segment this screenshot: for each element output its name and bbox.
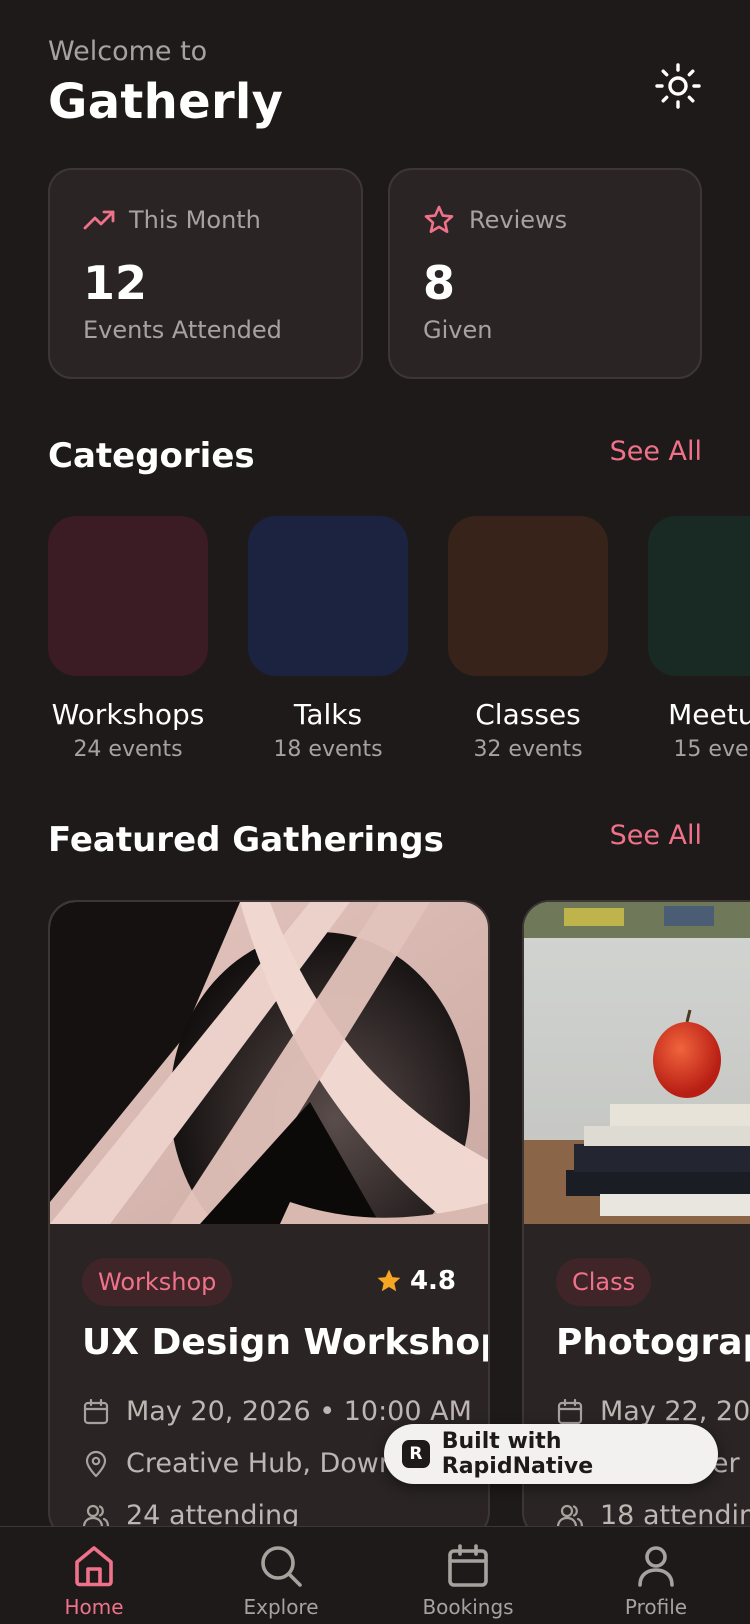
nav-label: Explore (243, 1595, 319, 1619)
profile-icon (638, 1546, 674, 1587)
featured-see-all-link[interactable]: See All (610, 820, 702, 851)
category-count: 32 events (473, 737, 583, 762)
stat-value: 8 (423, 256, 456, 310)
search-icon (261, 1546, 302, 1587)
stat-card-this-month: This Month 12 Events Attended (48, 168, 363, 379)
event-rating: 4.8 (376, 1266, 456, 1296)
category-name: Workshops (51, 698, 205, 731)
stat-card-reviews: Reviews 8 Given (388, 168, 702, 379)
stat-label: Reviews (469, 206, 568, 234)
location-pin-icon (85, 1450, 107, 1477)
category-workshops[interactable]: Workshops 24 events (48, 516, 208, 762)
app-title: Gatherly (48, 74, 284, 130)
app-screen: Welcome to Gatherly This Month 12 Events… (0, 0, 750, 1624)
calendar-icon (448, 1544, 488, 1587)
stat-label: This Month (129, 206, 261, 234)
nav-profile[interactable]: Profile (586, 1543, 726, 1619)
trending-up-icon (83, 210, 115, 230)
stat-subtitle: Given (423, 316, 493, 344)
rapidnative-logo-icon: R (402, 1440, 430, 1468)
category-tile (48, 516, 208, 676)
category-classes[interactable]: Classes 32 events (448, 516, 608, 762)
event-image (524, 902, 750, 1224)
category-meetups[interactable]: Meetups 15 events (648, 516, 750, 762)
event-date: May 20, 2026 • 10:00 AM (82, 1396, 472, 1427)
nav-home[interactable]: Home (24, 1543, 164, 1619)
rating-value: 4.8 (409, 1266, 456, 1296)
category-tile (448, 516, 608, 676)
nav-label: Home (64, 1595, 124, 1619)
categories-see-all-link[interactable]: See All (610, 436, 702, 467)
bottom-nav: Home Explore Bookings Profile (0, 1526, 750, 1624)
star-outline-icon (424, 205, 454, 234)
category-tile (648, 516, 750, 676)
welcome-text: Welcome to (48, 36, 208, 67)
sun-icon (655, 63, 701, 109)
star-filled-icon (377, 1269, 401, 1292)
event-title: UX Design Workshop (82, 1322, 490, 1363)
category-tile (248, 516, 408, 676)
category-name: Meetups (668, 698, 750, 731)
featured-title: Featured Gatherings (48, 820, 444, 860)
event-date-text: May 20, 2026 • 10:00 AM (126, 1396, 472, 1427)
nav-bookings[interactable]: Bookings (398, 1543, 538, 1619)
calendar-icon (557, 1398, 583, 1424)
event-category-tag: Workshop (82, 1258, 233, 1306)
event-image (50, 902, 488, 1224)
category-count: 24 events (73, 737, 183, 762)
stat-header: This Month (83, 204, 261, 236)
stat-subtitle: Events Attended (83, 316, 282, 344)
nav-label: Bookings (422, 1595, 514, 1619)
category-name: Talks (293, 698, 363, 731)
built-with-text: Built with RapidNative (441, 1429, 594, 1479)
event-category-tag: Class (556, 1258, 652, 1306)
category-count: 15 events (673, 737, 750, 762)
stat-header: Reviews (423, 204, 567, 236)
theme-toggle-button[interactable] (652, 60, 704, 112)
home-icon (75, 1546, 113, 1587)
category-count: 18 events (273, 737, 383, 762)
stat-value: 12 (83, 256, 148, 310)
nav-explore[interactable]: Explore (211, 1543, 351, 1619)
category-name: Classes (475, 698, 581, 731)
nav-label: Profile (624, 1595, 688, 1619)
event-title: Photography (556, 1322, 750, 1363)
calendar-icon (83, 1398, 109, 1424)
built-with-badge[interactable]: R Built with RapidNative (384, 1424, 718, 1484)
event-date: May 22, 2026 (556, 1396, 750, 1427)
event-date-text: May 22, 2026 (600, 1396, 750, 1427)
categories-title: Categories (48, 436, 255, 476)
category-talks[interactable]: Talks 18 events (248, 516, 408, 762)
